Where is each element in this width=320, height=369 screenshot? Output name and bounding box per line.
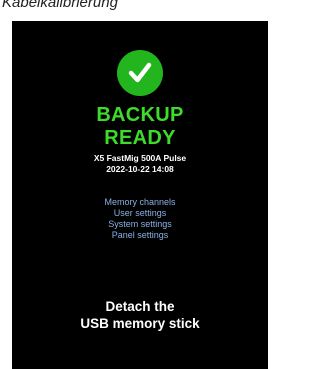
status-line-2: READY [104,127,176,149]
list-item: System settings [108,219,172,229]
status-line-1: BACKUP [96,104,184,126]
instruction-line-1: Detach the [105,299,175,314]
instruction-line-2: USB memory stick [80,316,200,331]
caption: Kabelkalibrierung [2,0,118,11]
device-info: X5 FastMig 500A Pulse 2022-10-22 14:08 [12,153,268,175]
list-item: Panel settings [111,230,169,240]
check-mark-glyph [128,62,152,83]
backup-timestamp: 2022-10-22 14:08 [106,164,174,174]
device-model: X5 FastMig 500A Pulse [93,153,187,163]
list-item: User settings [113,208,167,218]
check-icon [117,50,163,96]
device-screen: BACKUP READY X5 FastMig 500A Pulse 2022-… [12,21,268,369]
instruction-text: Detach the USB memory stick [12,298,268,332]
check-icon-wrapper [12,50,268,96]
backup-items-list: Memory channels User settings System set… [12,197,268,241]
backup-status: BACKUP READY [12,104,268,150]
list-item: Memory channels [104,197,176,207]
